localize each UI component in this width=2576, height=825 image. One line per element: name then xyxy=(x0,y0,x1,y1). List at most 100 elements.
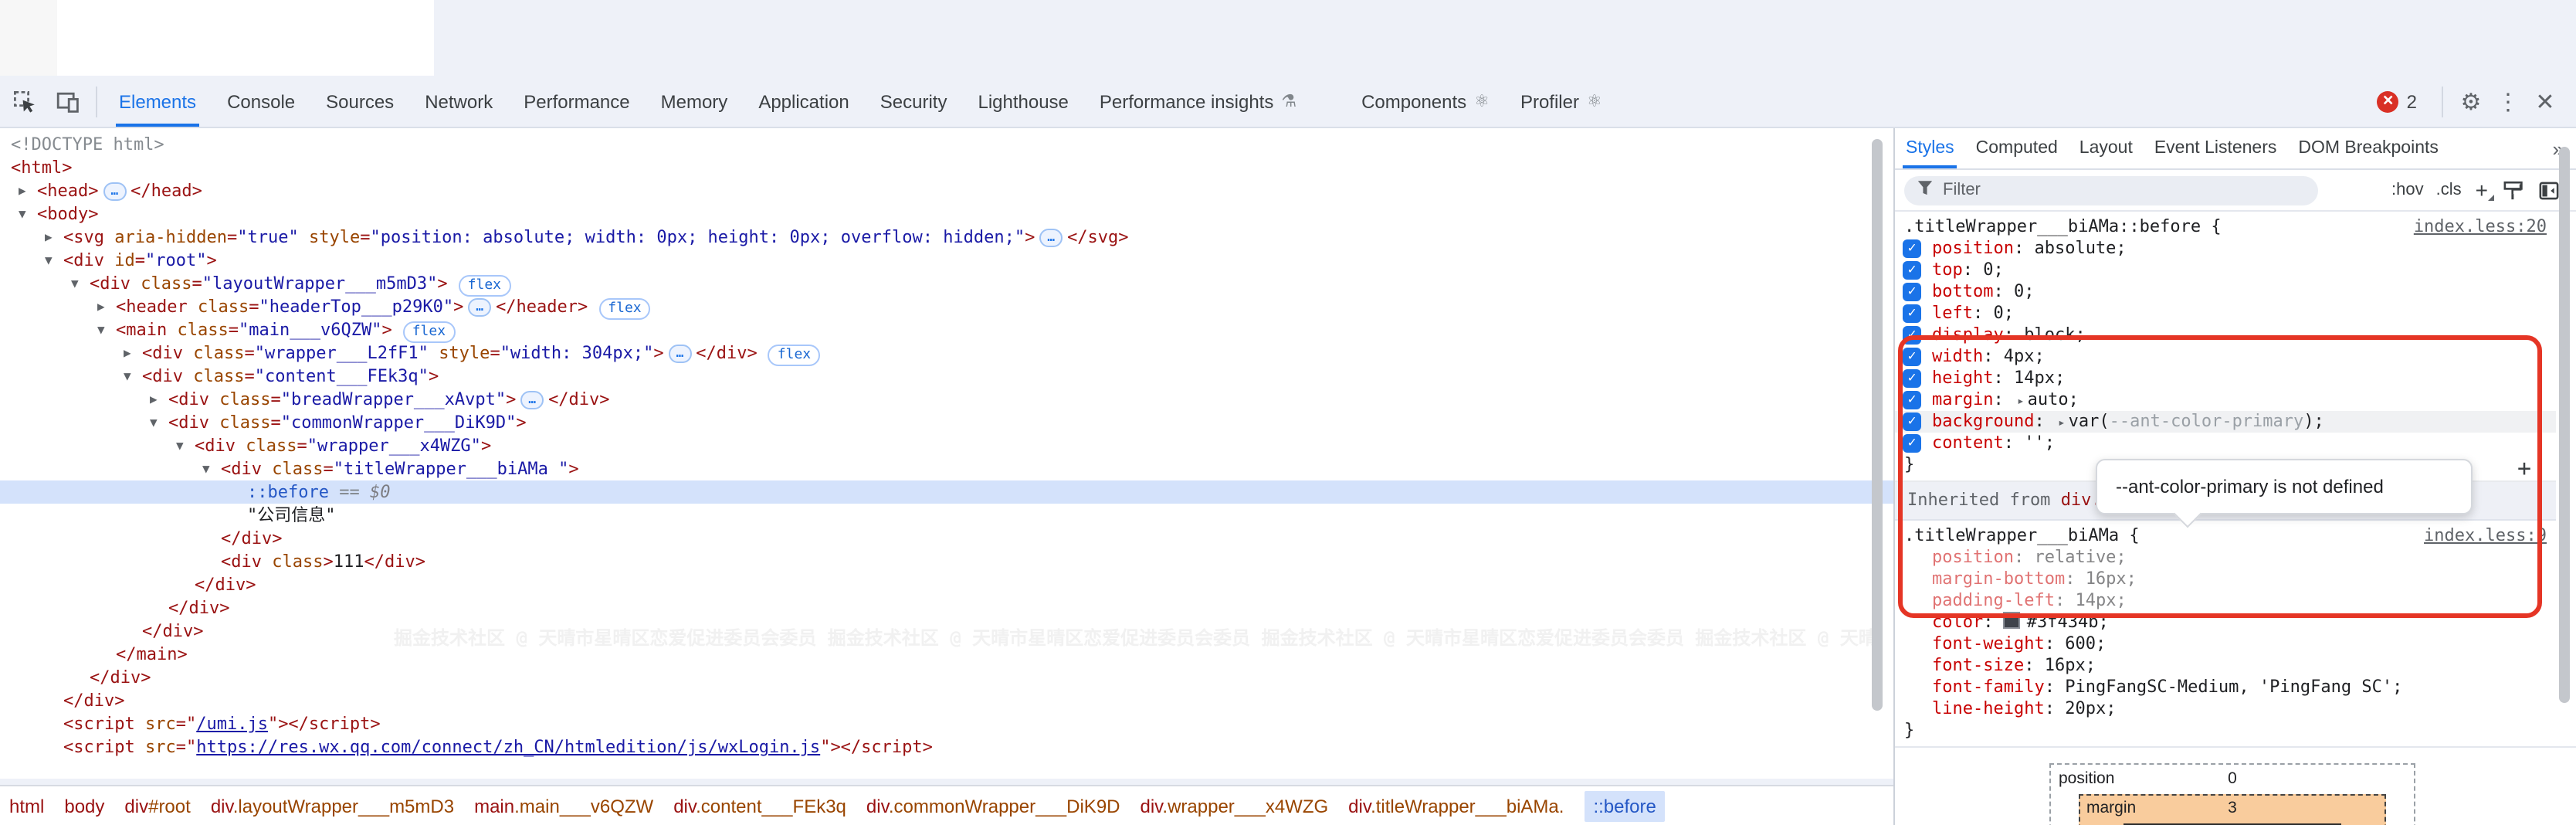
property-name[interactable]: content xyxy=(1932,433,2004,453)
dom-row[interactable]: ▶<head>…</head> xyxy=(0,179,1893,202)
tab-computed[interactable]: Computed xyxy=(1965,128,2069,168)
css-property[interactable]: padding-left: 14px; xyxy=(1895,590,2556,612)
dom-row[interactable]: </div> xyxy=(0,596,1893,620)
property-value[interactable]: ''; xyxy=(2024,433,2055,453)
rule-selector[interactable]: .titleWrapper___biAMa { xyxy=(1904,525,2140,545)
property-name[interactable]: line-height xyxy=(1932,698,2045,718)
dom-row[interactable]: ▼<div class="layoutWrapper___m5mD3">flex xyxy=(0,272,1893,295)
property-checkbox[interactable]: ✓ xyxy=(1903,434,1921,453)
property-name[interactable]: margin xyxy=(1932,389,1994,409)
dom-row[interactable]: </div> xyxy=(0,573,1893,596)
breadcrumb-item[interactable]: div#root xyxy=(124,795,190,817)
property-checkbox[interactable]: ✓ xyxy=(1903,283,1921,301)
expand-arrow-icon[interactable]: ▶ xyxy=(19,179,26,202)
flex-badge[interactable]: flex xyxy=(768,345,820,366)
css-property[interactable]: ✓height: 14px; xyxy=(1895,368,2556,389)
property-value[interactable]: 0; xyxy=(1994,303,2015,323)
property-name[interactable]: margin-bottom xyxy=(1932,569,2065,589)
dom-row[interactable]: ▶<svg aria-hidden="true" style="position… xyxy=(0,226,1893,249)
breadcrumb-item[interactable]: div.commonWrapper___DiK9D xyxy=(866,795,1120,817)
expand-arrow-icon[interactable]: ▶ xyxy=(150,388,158,411)
dom-row[interactable]: <script src="https://res.wx.qq.com/conne… xyxy=(0,735,1893,759)
css-property[interactable]: ✓top: 0; xyxy=(1895,260,2556,281)
tab-styles[interactable]: Styles xyxy=(1895,128,1965,168)
more-menu-icon[interactable]: ⋮ xyxy=(2490,83,2527,120)
tab-elements[interactable]: Elements xyxy=(103,76,212,127)
property-value[interactable]: PingFangSC-Medium, 'PingFang SC'; xyxy=(2065,677,2402,697)
dock-panel-icon[interactable] xyxy=(2539,180,2559,200)
elements-scrollbar-thumb[interactable] xyxy=(1872,139,1883,711)
collapse-arrow-icon[interactable]: ▼ xyxy=(202,457,210,480)
css-property[interactable]: font-size: 16px; xyxy=(1895,655,2556,677)
error-badge[interactable]: ✕ 2 xyxy=(2378,90,2417,112)
dom-row[interactable]: </div> xyxy=(0,666,1893,689)
property-name[interactable]: top xyxy=(1932,260,1963,280)
property-value[interactable]: 0; xyxy=(2014,281,2035,301)
property-checkbox[interactable]: ✓ xyxy=(1903,369,1921,388)
property-checkbox[interactable]: ✓ xyxy=(1903,391,1921,409)
property-name[interactable]: font-weight xyxy=(1932,633,2045,654)
dom-row[interactable]: ▶<div class="wrapper___L2fF1" style="wid… xyxy=(0,341,1893,365)
breadcrumb-item[interactable]: div.titleWrapper___biAMa. xyxy=(1348,795,1564,817)
css-property[interactable]: ✓position: absolute; xyxy=(1895,238,2556,260)
property-value[interactable]: 600; xyxy=(2065,633,2106,654)
toggle-class-button[interactable]: .cls xyxy=(2436,181,2462,199)
css-property[interactable]: font-family: PingFangSC-Medium, 'PingFan… xyxy=(1895,677,2556,698)
box-model-margin-top-value[interactable]: 3 xyxy=(2080,799,2384,817)
flex-badge[interactable]: flex xyxy=(403,321,455,343)
collapse-arrow-icon[interactable]: ▼ xyxy=(176,434,184,457)
close-icon[interactable]: ✕ xyxy=(2527,83,2564,120)
dom-row[interactable]: "公司信息" xyxy=(0,504,1893,527)
dom-row[interactable]: ▼<main class="main___v6QZW">flex xyxy=(0,318,1893,341)
tab-security[interactable]: Security xyxy=(865,76,963,127)
add-property-button[interactable]: + xyxy=(2517,457,2531,479)
collapse-arrow-icon[interactable]: ▼ xyxy=(19,202,26,226)
tab-layout[interactable]: Layout xyxy=(2069,128,2144,168)
color-swatch[interactable] xyxy=(2004,612,2021,629)
ellipsis-expand-badge[interactable]: … xyxy=(669,345,692,363)
tab-profiler[interactable]: Profiler⚛ xyxy=(1505,76,1618,127)
property-name[interactable]: color xyxy=(1932,612,1983,632)
css-property[interactable]: ✓background: ▸var(--ant-color-primary); xyxy=(1895,411,2556,433)
property-value[interactable]: var( xyxy=(2069,411,2110,431)
property-name[interactable]: position xyxy=(1932,238,2014,258)
inspect-element-icon[interactable] xyxy=(6,83,43,120)
property-value[interactable]: --ant-color-primary xyxy=(2110,411,2304,431)
breadcrumb-item[interactable]: div.layoutWrapper___m5mD3 xyxy=(211,795,454,817)
dom-row[interactable]: ▶<header class="headerTop___p29K0">…</he… xyxy=(0,295,1893,318)
css-property[interactable]: font-weight: 600; xyxy=(1895,633,2556,655)
property-name[interactable]: padding-left xyxy=(1932,590,2055,610)
property-name[interactable]: width xyxy=(1932,346,1983,366)
property-checkbox[interactable]: ✓ xyxy=(1903,304,1921,323)
styles-scrollbar-thumb[interactable] xyxy=(2559,147,2570,703)
css-property[interactable]: ✓display: block; xyxy=(1895,324,2556,346)
breadcrumb-item[interactable]: div.wrapper___x4WZG xyxy=(1141,795,1329,817)
css-property[interactable]: ✓margin: ▸auto; xyxy=(1895,389,2556,411)
breadcrumb-item[interactable]: main.main___v6QZW xyxy=(474,795,653,817)
tab-network[interactable]: Network xyxy=(409,76,508,127)
css-property[interactable]: ✓width: 4px; xyxy=(1895,346,2556,368)
tab-performance[interactable]: Performance xyxy=(508,76,645,127)
css-property[interactable]: margin-bottom: 16px; xyxy=(1895,569,2556,590)
property-value[interactable]: #3f434b; xyxy=(2027,612,2109,632)
breadcrumb-item[interactable]: body xyxy=(64,795,104,817)
css-property[interactable]: ✓content: ''; xyxy=(1895,433,2556,454)
property-name[interactable]: height xyxy=(1932,368,1994,388)
more-tabs-chevron-icon[interactable]: » xyxy=(2540,128,2576,168)
ellipsis-expand-badge[interactable]: … xyxy=(1039,229,1063,247)
property-checkbox[interactable]: ✓ xyxy=(1903,261,1921,280)
css-property[interactable]: position: relative; xyxy=(1895,547,2556,569)
horizontal-scrollbar[interactable] xyxy=(0,779,1893,785)
dom-row-selected[interactable]: ::before == $0 xyxy=(0,480,1893,504)
property-value[interactable]: 14px; xyxy=(2014,368,2065,388)
property-name[interactable]: font-family xyxy=(1932,677,2045,697)
flex-badge[interactable]: flex xyxy=(598,298,650,320)
property-value[interactable]: ); xyxy=(2303,411,2324,431)
property-checkbox[interactable]: ✓ xyxy=(1903,239,1921,258)
property-value[interactable]: absolute; xyxy=(2034,238,2126,258)
dom-row[interactable]: <html> xyxy=(0,156,1893,179)
property-value[interactable]: relative; xyxy=(2034,547,2126,567)
collapse-arrow-icon[interactable]: ▼ xyxy=(97,318,105,341)
breadcrumb-item-selected[interactable]: ::before xyxy=(1584,790,1665,821)
property-value[interactable]: auto; xyxy=(2028,389,2079,409)
